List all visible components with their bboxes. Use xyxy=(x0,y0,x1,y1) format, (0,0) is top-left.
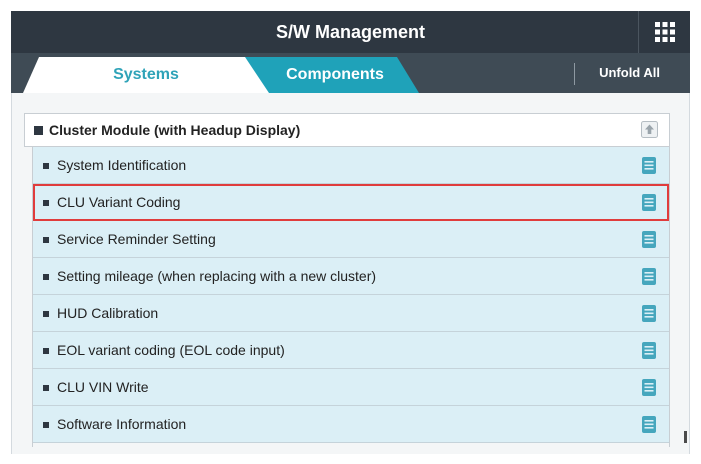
tab-systems-label: Systems xyxy=(113,66,179,83)
bullet-icon xyxy=(43,274,49,280)
document-icon[interactable] xyxy=(642,342,656,359)
list-item-service-reminder-setting[interactable]: Service Reminder Setting xyxy=(33,221,669,258)
bullet-icon xyxy=(43,200,49,206)
group-item-list: System Identification CLU Variant Coding… xyxy=(32,147,670,447)
list-item-label: Service Reminder Setting xyxy=(57,231,216,247)
list-item-clu-vin-write[interactable]: CLU VIN Write xyxy=(33,369,669,406)
document-icon[interactable] xyxy=(642,268,656,285)
list-item-label: Setting mileage (when replacing with a n… xyxy=(57,268,377,284)
document-icon[interactable] xyxy=(642,157,656,174)
list-item-system-identification[interactable]: System Identification xyxy=(33,147,669,184)
list-item-setting-mileage[interactable]: Setting mileage (when replacing with a n… xyxy=(33,258,669,295)
list-item-software-information[interactable]: Software Information xyxy=(33,406,669,443)
list-item-label: Software Information xyxy=(57,416,187,432)
title-bar: S/W Management xyxy=(11,11,690,53)
document-icon[interactable] xyxy=(642,231,656,248)
group-square-icon xyxy=(34,126,43,135)
bullet-icon xyxy=(43,311,49,317)
page-title: S/W Management xyxy=(275,22,426,42)
list-item-eol-variant-coding[interactable]: EOL variant coding (EOL code input) xyxy=(33,332,669,369)
bullet-icon xyxy=(43,348,49,354)
document-icon[interactable] xyxy=(642,416,656,433)
document-icon[interactable] xyxy=(642,379,656,396)
group-header-cluster-module[interactable]: Cluster Module (with Headup Display) xyxy=(24,113,670,147)
bullet-icon xyxy=(43,237,49,243)
list-item-label: System Identification xyxy=(57,157,187,173)
tab-components[interactable]: Components xyxy=(243,57,419,93)
tab-components-label: Components xyxy=(286,66,384,83)
collapse-up-icon[interactable] xyxy=(641,121,658,138)
bullet-icon xyxy=(43,163,49,169)
systems-list-panel: Cluster Module (with Headup Display) Sys… xyxy=(11,93,690,454)
group-label: Cluster Module (with Headup Display) xyxy=(49,122,301,138)
list-item-clu-variant-coding[interactable]: CLU Variant Coding xyxy=(33,184,669,221)
grid-icon xyxy=(654,22,675,42)
bullet-icon xyxy=(43,385,49,391)
tab-bar: Components Systems Unfold All xyxy=(11,53,690,93)
tab-systems[interactable]: Systems xyxy=(23,57,269,93)
list-item-label: CLU Variant Coding xyxy=(57,194,181,210)
scrollbar-thumb[interactable] xyxy=(684,431,687,443)
tab-divider xyxy=(574,63,575,85)
list-item-label: HUD Calibration xyxy=(57,305,159,321)
document-icon[interactable] xyxy=(642,305,656,322)
bullet-icon xyxy=(43,422,49,428)
list-item-label: CLU VIN Write xyxy=(57,379,149,395)
sw-management-window: S/W Management Components Systems Unfold… xyxy=(11,11,690,454)
unfold-all-button[interactable]: Unfold All xyxy=(599,53,660,93)
document-icon[interactable] xyxy=(642,194,656,211)
grid-menu-button[interactable] xyxy=(638,11,690,53)
list-item-hud-calibration[interactable]: HUD Calibration xyxy=(33,295,669,332)
list-item-label: EOL variant coding (EOL code input) xyxy=(57,342,285,358)
